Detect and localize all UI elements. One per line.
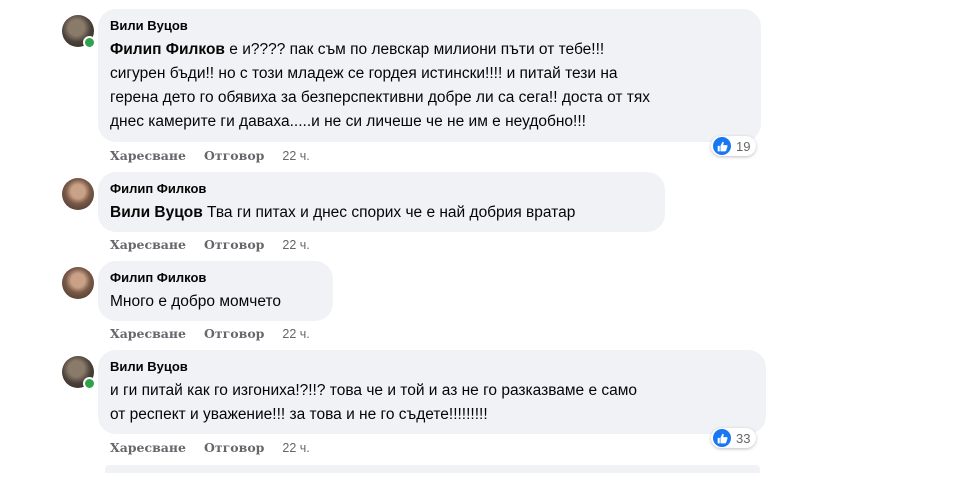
timestamp[interactable]: 22 ч.	[282, 441, 309, 455]
comment-author[interactable]: Филип Филков	[110, 270, 321, 286]
comment-text: Много е добро момчето	[110, 293, 282, 310]
comment-actions: Харесване Отговор 22 ч.	[110, 237, 328, 252]
like-button[interactable]: Харесване	[110, 326, 186, 341]
comment-bubble: Вили Вуцов Филип Филков е и???? пак съм …	[98, 9, 761, 142]
comment-author[interactable]: Филип Филков	[110, 181, 653, 197]
timestamp[interactable]: 22 ч.	[282, 327, 309, 341]
like-button[interactable]: Харесване	[110, 237, 186, 252]
thumbs-up-icon	[713, 429, 731, 447]
comment-actions: Харесване Отговор 22 ч.	[110, 440, 328, 455]
reaction-count[interactable]: 33	[711, 428, 757, 448]
avatar[interactable]	[62, 267, 94, 299]
like-button[interactable]: Харесване	[110, 440, 186, 455]
comment-text: и ги питай как го изгониха!?!!? това че …	[110, 382, 638, 423]
comment-bubble: Филип Филков Вили Вуцов Тва ги питах и д…	[98, 172, 665, 232]
reply-button[interactable]: Отговор	[204, 326, 264, 341]
thumbs-up-icon	[713, 137, 731, 155]
timestamp[interactable]: 22 ч.	[282, 238, 309, 252]
reply-button[interactable]: Отговор	[204, 237, 264, 252]
comment-actions: Харесване Отговор 22 ч.	[110, 326, 328, 341]
like-button[interactable]: Харесване	[110, 148, 186, 163]
comment-actions: Харесване Отговор 22 ч.	[110, 148, 328, 163]
reply-button[interactable]: Отговор	[204, 148, 264, 163]
comment-author[interactable]: Вили Вуцов	[110, 359, 754, 375]
reply-button[interactable]: Отговор	[204, 440, 264, 455]
comment-author[interactable]: Вили Вуцов	[110, 18, 749, 34]
comment-text: Филип Филков е и???? пак съм по левскар …	[110, 41, 651, 130]
timestamp[interactable]: 22 ч.	[282, 149, 309, 163]
comment-bubble: Филип Филков Много е добро момчето	[98, 261, 333, 321]
comment-text: Вили Вуцов Тва ги питах и днес спорих че…	[110, 204, 576, 221]
mention-link[interactable]: Филип Филков	[110, 41, 225, 58]
online-status-icon	[83, 36, 96, 49]
next-comment-bubble	[105, 465, 760, 473]
mention-link[interactable]: Вили Вуцов	[110, 204, 203, 221]
avatar[interactable]	[62, 178, 94, 210]
comment-bubble: Вили Вуцов и ги питай как го изгониха!?!…	[98, 350, 766, 434]
online-status-icon	[83, 377, 96, 390]
reaction-count[interactable]: 19	[711, 136, 757, 156]
